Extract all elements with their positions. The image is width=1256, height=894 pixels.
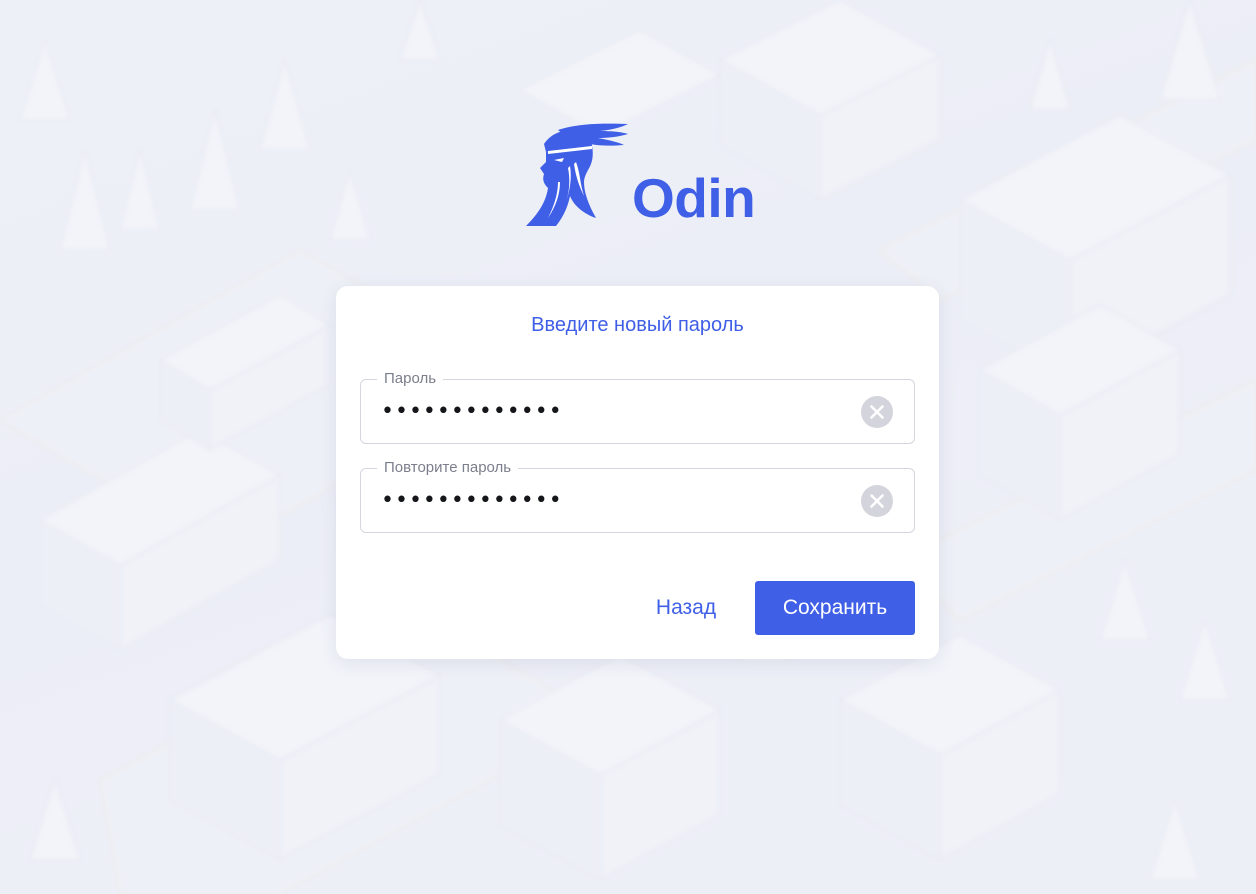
clear-confirm-password-button[interactable] (861, 485, 893, 517)
brand-logo: Odin (524, 118, 764, 228)
confirm-password-field[interactable]: Повторите пароль ••••••••••••• (360, 458, 915, 533)
password-label: Пароль (377, 369, 444, 389)
back-button[interactable]: Назад (638, 581, 734, 635)
clear-circle-x-icon (870, 405, 884, 419)
confirm-password-label: Повторите пароль (377, 458, 519, 478)
confirm-password-input[interactable]: ••••••••••••• (381, 486, 563, 516)
reset-password-card: Введите новый пароль Пароль ••••••••••••… (336, 286, 939, 659)
clear-circle-x-icon (870, 494, 884, 508)
brand-name: Odin (632, 167, 756, 229)
clear-password-button[interactable] (861, 396, 893, 428)
odin-viking-head-icon (526, 123, 628, 226)
save-button[interactable]: Сохранить (755, 581, 915, 635)
password-input[interactable]: ••••••••••••• (381, 397, 563, 427)
password-field[interactable]: Пароль ••••••••••••• (360, 369, 915, 444)
form-title: Введите новый пароль (531, 314, 744, 336)
